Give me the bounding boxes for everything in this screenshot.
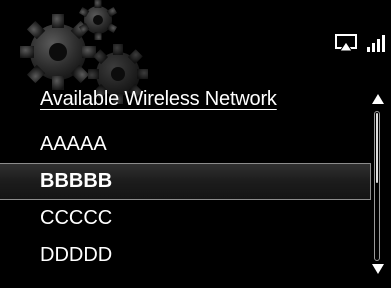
wireless-network-screen: Available Wireless Network AAAAA BBBBB CCC… [0,0,391,288]
status-bar [335,34,385,52]
signal-strength-icon [367,35,385,52]
scroll-up-arrow-icon[interactable] [372,94,384,104]
network-item-ddddd[interactable]: DDDDD [0,237,371,274]
scroll-track[interactable] [374,111,380,261]
scroll-thumb[interactable] [376,113,378,183]
network-item-ccccc[interactable]: CCCCC [0,200,371,237]
network-item-aaaaa[interactable]: AAAAA [0,126,371,163]
scrollbar[interactable] [371,94,385,274]
airplay-icon [335,34,357,52]
network-item-bbbbb[interactable]: BBBBB [0,163,371,200]
scroll-down-arrow-icon[interactable] [372,264,384,274]
network-list: AAAAA BBBBB CCCCC DDDDD [0,126,371,274]
page-title: Available Wireless Network [40,88,277,110]
